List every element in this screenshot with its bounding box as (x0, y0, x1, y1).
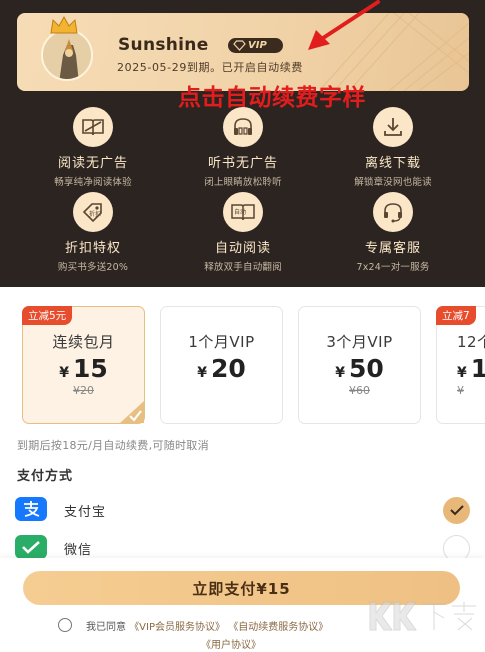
package-name: 连续包月 (52, 333, 115, 351)
no-ads-book-icon (73, 107, 113, 147)
diamond-icon (233, 40, 246, 51)
benefit-title: 自动阅读 (214, 241, 271, 256)
benefit-offline-download: 离线下载 解锁章没网也能读 (318, 107, 468, 188)
package-price: ¥1 (457, 354, 485, 383)
discount-tag: 立减5元 (22, 306, 73, 325)
selected-check-icon (120, 401, 144, 423)
benefit-title: 离线下载 (364, 156, 421, 171)
currency-symbol: ¥ (197, 365, 207, 381)
package-price: ¥50 (299, 354, 420, 383)
payment-method-title: 支付方式 (17, 469, 74, 484)
benefit-title: 折扣特权 (64, 241, 121, 256)
package-1-month[interactable]: 1个月VIP ¥20 (160, 306, 283, 424)
original-price: ¥ (457, 384, 464, 397)
radio-checked-icon[interactable] (443, 497, 470, 524)
alipay-icon (15, 497, 47, 521)
package-name: 3个月VIP (326, 333, 393, 351)
price-value: 1 (470, 354, 485, 383)
agreement-checkbox[interactable] (58, 618, 72, 632)
payment-label: 支付宝 (64, 505, 107, 520)
discount-tag: 立减7 (436, 306, 476, 325)
package-name: 12个 (457, 333, 485, 351)
currency-symbol: ¥ (59, 365, 69, 381)
crown-icon (50, 15, 78, 34)
benefit-subtitle: 闭上眼睛放松聆听 (204, 177, 282, 188)
headphones-book-icon (223, 107, 263, 147)
price-value: 20 (210, 354, 246, 383)
vip-badge: VIP (228, 38, 283, 53)
auto-read-book-icon: 自动 (223, 192, 263, 232)
download-icon (373, 107, 413, 147)
kk-watermark-logo (369, 601, 476, 631)
package-name: 1个月VIP (188, 333, 255, 351)
package-3-month[interactable]: 3个月VIP ¥50 ¥60 (298, 306, 421, 424)
wechat-icon (15, 535, 47, 559)
benefit-customer-service: 专属客服 7x24一对一服务 (318, 192, 468, 273)
agreement-prefix: 我已同意 (86, 622, 126, 633)
benefit-auto-read: 自动 自动阅读 释放双手自动翻阅 (168, 192, 318, 273)
vip-packages: 立减5元 连续包月 ¥15 ¥20 1个月VIP ¥20 3个月VIP ¥50 … (0, 287, 485, 437)
svg-text:自动: 自动 (234, 208, 246, 216)
expire-auto-renew-text[interactable]: 2025-05-29到期。已开启自动续费 (117, 59, 303, 75)
vip-header: Sunshine VIP 2025-05-29到期。已开启自动续费 点击自动续费… (0, 0, 485, 287)
benefit-discount: 折扣 折扣特权 购买书多送20% (18, 192, 168, 273)
avatar[interactable] (41, 29, 93, 81)
auto-renew-agreement-link[interactable]: 《自动续费服务协议》 (228, 622, 328, 633)
benefit-subtitle: 购买书多送20% (57, 262, 129, 273)
benefit-title: 听书无广告 (207, 156, 278, 171)
auto-renew-note: 到期后按18元/月自动续费,可随时取消 (17, 439, 209, 452)
benefit-subtitle: 7x24一对一服务 (356, 262, 430, 273)
original-price: ¥60 (349, 384, 370, 397)
avatar-image (43, 31, 91, 79)
username: Sunshine (118, 35, 209, 55)
package-monthly-auto[interactable]: 立减5元 连续包月 ¥15 ¥20 (22, 306, 145, 424)
benefit-subtitle: 释放双手自动翻阅 (204, 262, 282, 273)
benefit-subtitle: 畅享纯净阅读体验 (54, 177, 132, 188)
payment-label: 微信 (64, 543, 93, 558)
benefit-title: 阅读无广告 (57, 156, 128, 171)
benefit-no-ads-reading: 阅读无广告 畅享纯净阅读体验 (18, 107, 168, 188)
price-value: 50 (348, 354, 384, 383)
currency-symbol: ¥ (457, 365, 467, 381)
agreement-text: 我已同意 《VIP会员服务协议》 《自动续费服务协议》 (86, 618, 328, 633)
headset-service-icon (373, 192, 413, 232)
svg-text:折扣: 折扣 (89, 210, 101, 218)
package-12-month[interactable]: 立减7 12个 ¥1 ¥ (436, 306, 485, 424)
benefit-subtitle: 解锁章没网也能读 (354, 177, 432, 188)
payment-option-alipay[interactable]: 支付宝 (15, 495, 473, 525)
user-agreement-link[interactable]: 《用户协议》 (201, 636, 261, 651)
original-price: ¥20 (73, 384, 94, 397)
discount-tag-icon: 折扣 (73, 192, 113, 232)
benefit-no-ads-listening: 听书无广告 闭上眼睛放松聆听 (168, 107, 318, 188)
annotation-arrow-icon (308, 0, 380, 50)
vip-service-agreement-link[interactable]: 《VIP会员服务协议》 (129, 622, 225, 633)
package-price: ¥15 (23, 354, 144, 383)
currency-symbol: ¥ (335, 365, 345, 381)
price-value: 15 (72, 354, 108, 383)
benefit-title: 专属客服 (364, 241, 421, 256)
vip-badge-label: VIP (248, 40, 267, 51)
package-price: ¥20 (161, 354, 282, 383)
